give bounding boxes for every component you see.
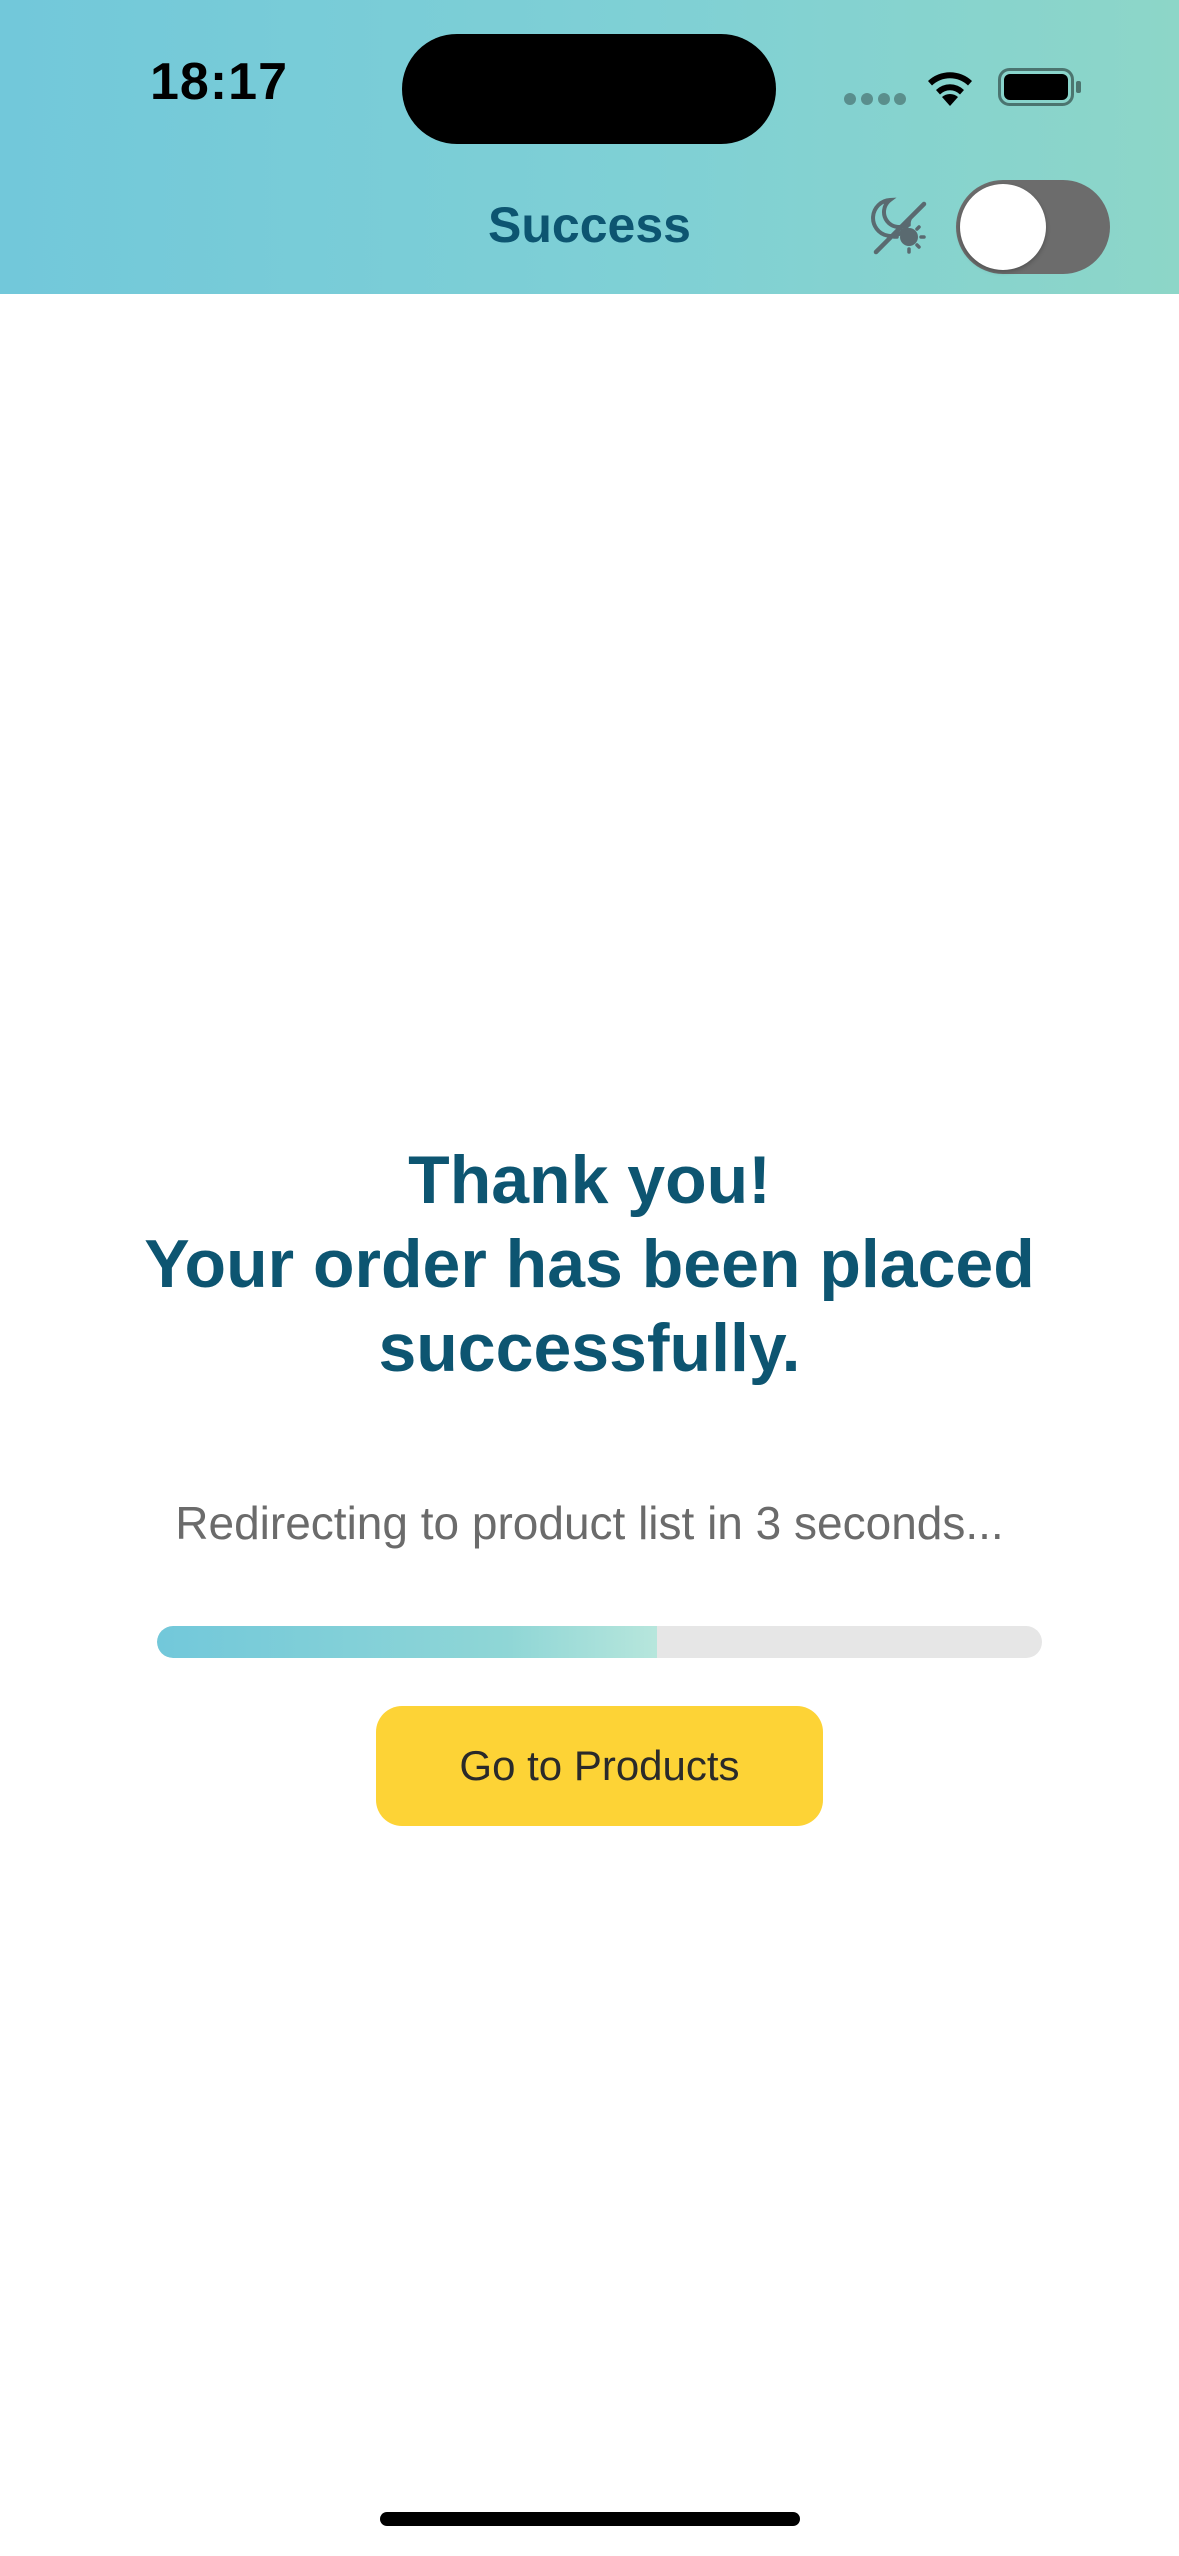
dark-mode-toggle[interactable]: [956, 180, 1110, 274]
home-indicator[interactable]: [380, 2512, 800, 2526]
status-time: 18:17: [150, 53, 288, 111]
top-bar: 18:17 Success: [0, 0, 1179, 294]
signal-icon: [844, 93, 906, 107]
moon-sun-icon[interactable]: [866, 194, 932, 260]
headline-line-2: Your order has been placed: [144, 1226, 1035, 1302]
battery-icon: [998, 68, 1081, 106]
redirect-message: Redirecting to product list in 3 seconds…: [175, 1497, 1004, 1549]
go-to-products-button[interactable]: Go to Products: [376, 1706, 823, 1826]
screen: 18:17 Success Thank you! Your order has …: [0, 0, 1179, 2556]
redirect-progress-bar: [157, 1626, 1042, 1658]
headline-line-3: successfully.: [378, 1310, 801, 1386]
toggle-knob: [960, 184, 1046, 270]
confirmation-headline: Thank you! Your order has been placed su…: [0, 1138, 1179, 1390]
progress-fill: [157, 1626, 658, 1658]
headline-line-1: Thank you!: [408, 1142, 771, 1218]
dynamic-island: [402, 34, 776, 144]
wifi-icon: [928, 72, 972, 106]
